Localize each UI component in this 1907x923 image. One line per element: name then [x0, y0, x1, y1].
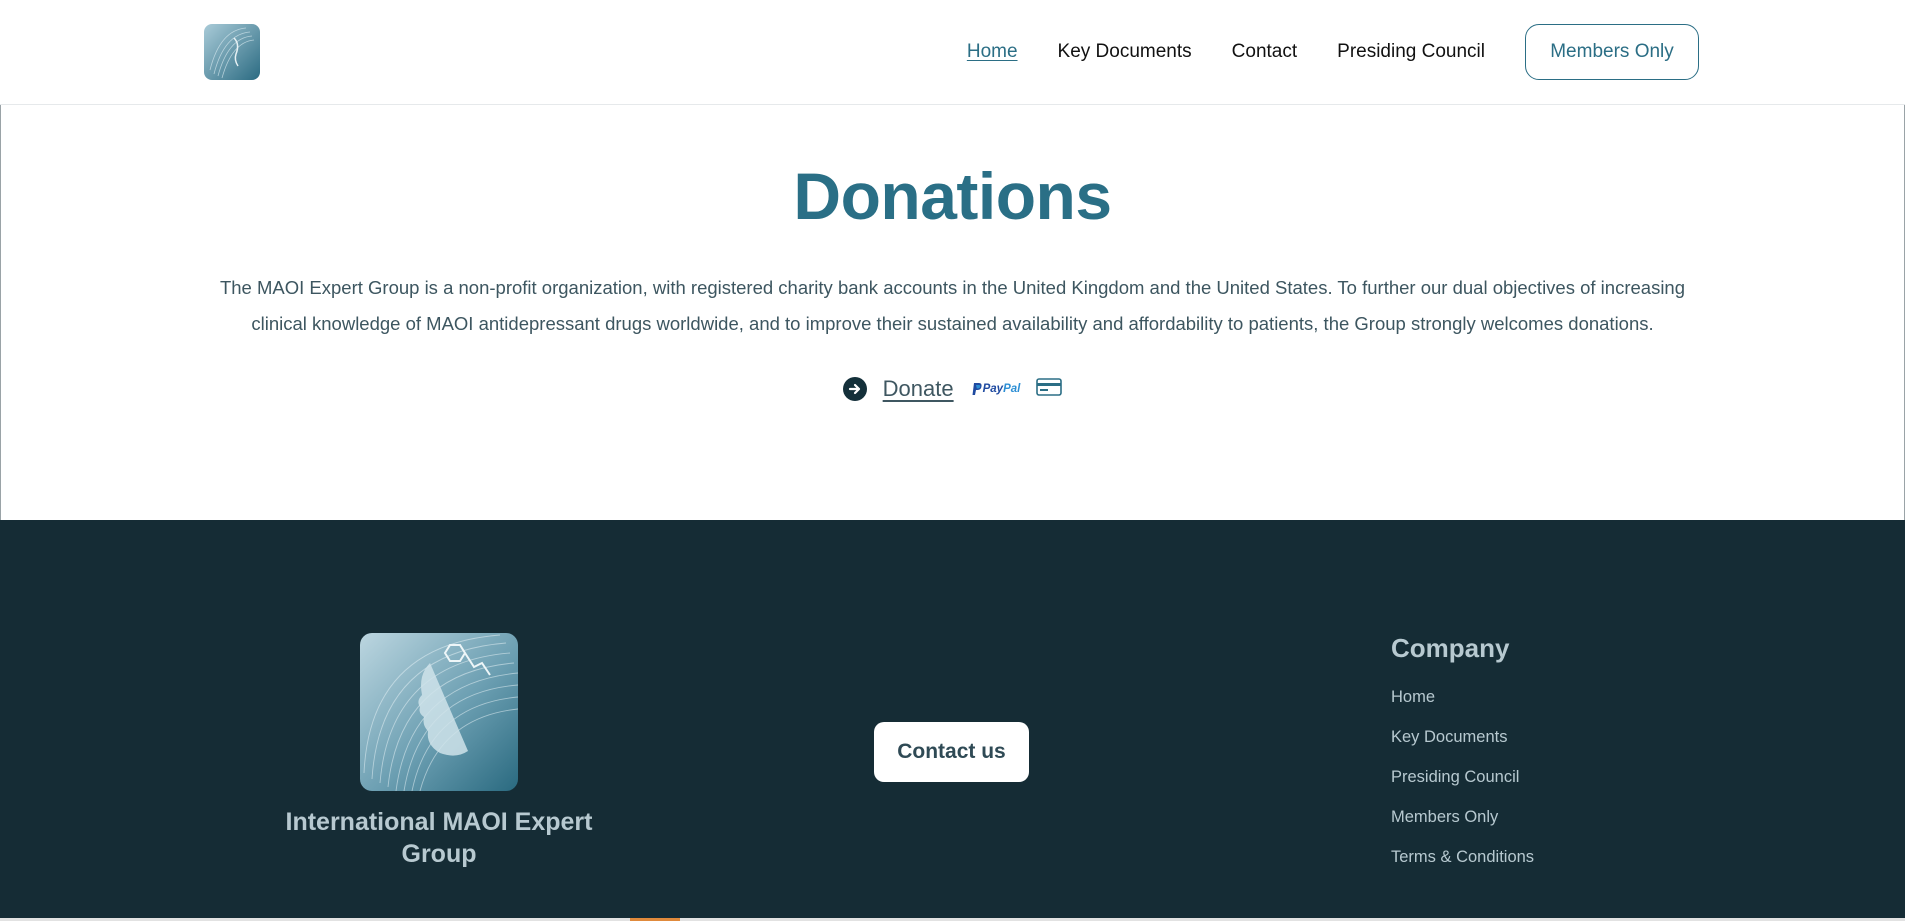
footer-org-name: International MAOI Expert Group: [285, 808, 593, 868]
paypal-text-pal: Pal: [1003, 383, 1021, 395]
paypal-icon[interactable]: Pay Pal: [971, 382, 1021, 396]
members-only-button[interactable]: Members Only: [1525, 24, 1699, 80]
site-header: Home Key Documents Contact Presiding Cou…: [0, 0, 1905, 105]
footer-link-presiding-council[interactable]: Presiding Council: [1391, 768, 1534, 808]
page-description: The MAOI Expert Group is a non-profit or…: [219, 277, 1686, 334]
arrow-right-circle-icon[interactable]: [842, 377, 867, 401]
footer-link-members-only[interactable]: Members Only: [1391, 808, 1534, 848]
main-nav: Home Key Documents Contact Presiding Cou…: [927, 0, 1699, 104]
footer-link-key-documents[interactable]: Key Documents: [1391, 728, 1534, 768]
site-logo[interactable]: [204, 24, 260, 80]
credit-card-icon[interactable]: [1036, 377, 1063, 401]
donate-link[interactable]: Donate: [883, 376, 954, 402]
footer-link-home[interactable]: Home: [1391, 688, 1534, 728]
paypal-text-pay: Pay: [982, 383, 1004, 395]
footer-company-title: Company: [1391, 633, 1510, 663]
contact-us-button[interactable]: Contact us: [874, 722, 1029, 782]
donate-row: Donate Pay Pal: [0, 376, 1905, 402]
nav-key-documents[interactable]: Key Documents: [1058, 41, 1192, 63]
nav-contact[interactable]: Contact: [1232, 41, 1297, 63]
footer-link-terms[interactable]: Terms & Conditions: [1391, 848, 1534, 888]
nav-home[interactable]: Home: [967, 41, 1018, 63]
footer-links: Home Key Documents Presiding Council Mem…: [1391, 688, 1534, 888]
bottom-strip-accent: [630, 918, 680, 921]
bottom-strip: [0, 918, 1905, 921]
nav-presiding-council[interactable]: Presiding Council: [1337, 41, 1485, 63]
footer-logo: [360, 633, 518, 791]
page-title: Donations: [793, 159, 1112, 233]
